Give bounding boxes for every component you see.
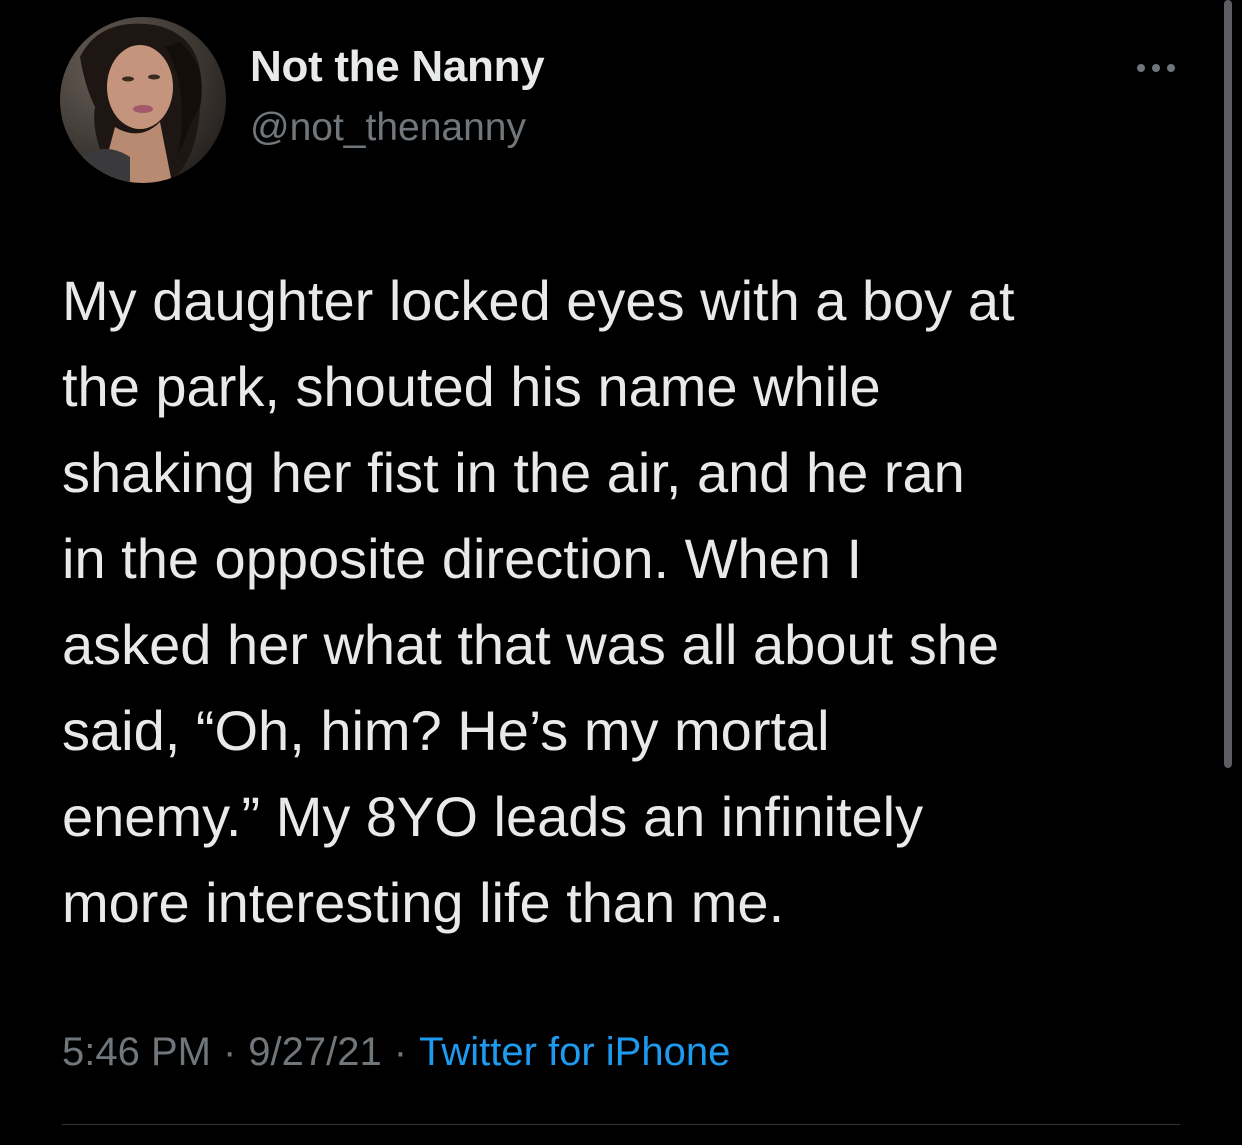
more-dot [1137, 64, 1145, 72]
more-options-icon[interactable] [1128, 50, 1184, 86]
author-display-name[interactable]: Not the Nanny [250, 42, 545, 92]
avatar-photo [60, 17, 226, 183]
scrollbar[interactable] [1224, 0, 1232, 768]
tweet-detail: Not the Nanny @not_thenanny My daughter … [0, 0, 1242, 1145]
tweet-metadata: 5:46 PM · 9/27/21 · Twitter for iPhone [62, 1030, 730, 1075]
meta-separator: · [222, 1030, 237, 1074]
more-dot [1167, 64, 1175, 72]
more-dot [1152, 64, 1160, 72]
author-avatar[interactable] [60, 17, 226, 183]
tweet-date[interactable]: 9/27/21 [248, 1030, 381, 1074]
divider [62, 1124, 1180, 1125]
meta-separator: · [393, 1030, 408, 1074]
tweet-source-link[interactable]: Twitter for iPhone [419, 1030, 730, 1074]
author-handle[interactable]: @not_thenanny [250, 106, 526, 150]
tweet-time[interactable]: 5:46 PM [62, 1030, 211, 1074]
tweet-text: My daughter locked eyes with a boy at th… [62, 269, 1015, 934]
